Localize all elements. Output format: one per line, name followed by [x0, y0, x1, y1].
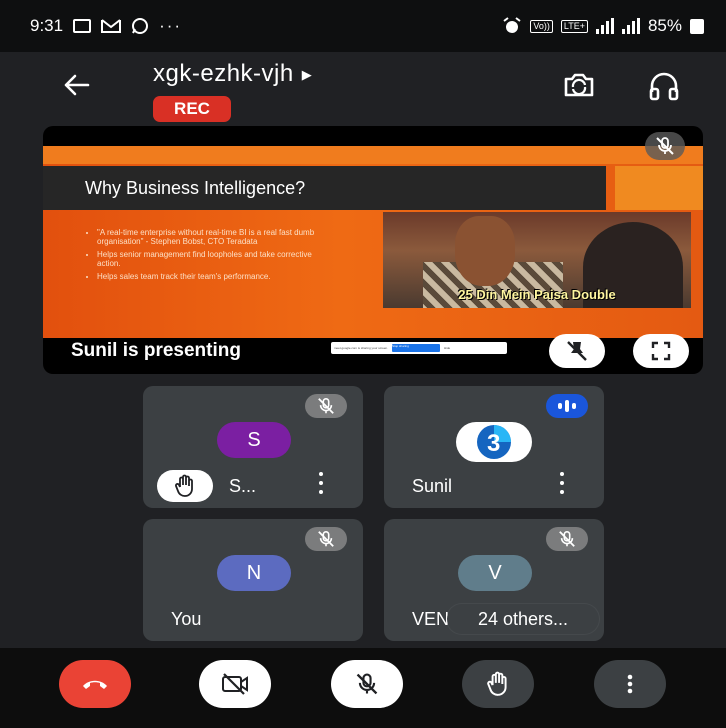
meeting-code-text: xgk-ezhk-vjh [153, 60, 294, 87]
alarm-icon [503, 17, 521, 33]
dot [560, 490, 564, 494]
avatar: V [458, 555, 532, 591]
status-bar: 9:31 ··· Vo)) LTE+ 85% [0, 0, 726, 52]
gmail-icon [101, 19, 122, 33]
slide-top-band [43, 146, 703, 164]
dot [319, 490, 323, 494]
more-vert-icon [627, 674, 633, 694]
speaking-indicator [546, 394, 588, 418]
meeting-code[interactable]: xgk-ezhk-vjh ▶ [153, 60, 312, 88]
battery-icon [690, 18, 704, 34]
mic-off-icon [318, 530, 334, 547]
image-icon [73, 19, 92, 33]
mic-off-icon [559, 530, 575, 547]
hide-button: Hide [444, 346, 451, 350]
dot [560, 481, 564, 485]
svg-text:3: 3 [487, 430, 500, 457]
slide-bullet: Helps sales team track their team's perf… [97, 272, 329, 281]
participant-tile[interactable]: N You [143, 519, 363, 641]
participant-muted-indicator [305, 527, 347, 551]
fullscreen-icon [651, 341, 671, 361]
lte-indicator: LTE+ [560, 19, 588, 33]
fullscreen-button[interactable] [633, 334, 689, 368]
mic-off-icon [356, 673, 378, 695]
slide-meme-image: 25 Din Mein Paisa Double [383, 212, 691, 308]
audio-bar [572, 403, 576, 409]
others-label: 24 others [477, 608, 554, 629]
meme-face [455, 216, 515, 286]
hang-up-icon [83, 680, 107, 689]
volte-indicator: Vo)) [530, 19, 553, 33]
signal-icon [595, 18, 614, 34]
slide-title: Why Business Intelligence? [43, 166, 606, 210]
more-options-button[interactable] [594, 660, 666, 708]
ellipsis: ... [553, 608, 569, 629]
participant-more-button[interactable] [315, 472, 327, 494]
avatar: N [217, 555, 291, 591]
mic-toggle-button[interactable] [331, 660, 403, 708]
hand-icon [487, 671, 507, 696]
participant-name: Sunil [412, 476, 453, 496]
participant-muted-indicator [305, 394, 347, 418]
presenting-label: Sunil is presenting [71, 340, 241, 361]
meme-caption: 25 Din Mein Paisa Double [458, 287, 616, 302]
slide-bullet: "A real-time enterprise without real-tim… [97, 228, 329, 246]
participant-muted-indicator [546, 527, 588, 551]
participant-name: S... [229, 476, 257, 496]
audio-output-button[interactable] [646, 68, 682, 104]
audio-bar [565, 400, 569, 412]
battery-percent: 85% [647, 16, 682, 35]
presenter-mute-indicator [645, 132, 685, 160]
slide-bullets: "A real-time enterprise without real-tim… [89, 228, 329, 285]
end-call-button[interactable] [59, 660, 131, 708]
others-button[interactable]: 24 others... [447, 604, 599, 634]
shared-slide: Why Business Intelligence? "A real-time … [43, 146, 703, 354]
share-bar-text: meet.google.com is sharing your screen. [334, 346, 389, 350]
headphones-icon [649, 72, 679, 101]
camera-toggle-button[interactable] [199, 660, 271, 708]
dot [560, 472, 564, 476]
participant-avatar-logo: 3 [456, 422, 532, 462]
slide-accent-block [615, 166, 703, 210]
mic-off-icon [656, 137, 674, 155]
participant-name: You [171, 609, 202, 629]
avatar: S [217, 422, 291, 458]
more-notifications: ··· [159, 16, 183, 35]
audio-bar [558, 403, 562, 409]
raise-hand-button[interactable] [462, 660, 534, 708]
unpin-button[interactable] [549, 334, 605, 368]
mic-off-icon [318, 397, 334, 414]
participant-tile[interactable]: S S... [143, 386, 363, 508]
logo-icon: 3 [477, 425, 511, 459]
raised-hand-badge [157, 470, 213, 502]
switch-camera-icon [564, 73, 594, 97]
dot [319, 472, 323, 476]
stop-sharing-button: Stop sharing [392, 344, 441, 352]
participant-tile[interactable]: 3 Sunil [384, 386, 604, 508]
call-controls [0, 648, 726, 728]
presentation-tile[interactable]: Why Business Intelligence? "A real-time … [43, 126, 703, 374]
slide-bullet: Helps senior management find loopholes a… [97, 250, 329, 268]
switch-camera-button[interactable] [560, 68, 598, 102]
clock: 9:31 [30, 16, 64, 35]
meeting-header: xgk-ezhk-vjh ▶ REC [0, 52, 726, 132]
stop-sharing-label: Stop sharing [392, 344, 409, 348]
whatsapp-icon [132, 18, 149, 34]
unpin-icon [567, 341, 587, 361]
arrow-left-icon [64, 74, 90, 96]
signal-icon-2 [621, 18, 640, 34]
recording-badge: REC [153, 96, 231, 122]
hand-icon [175, 474, 193, 497]
screen-share-bar: meet.google.com is sharing your screen. … [331, 342, 507, 354]
video-off-icon [222, 673, 248, 695]
back-button[interactable] [58, 67, 94, 103]
caret-right-icon: ▶ [301, 66, 313, 82]
participant-more-button[interactable] [556, 472, 568, 494]
dot [319, 481, 323, 485]
